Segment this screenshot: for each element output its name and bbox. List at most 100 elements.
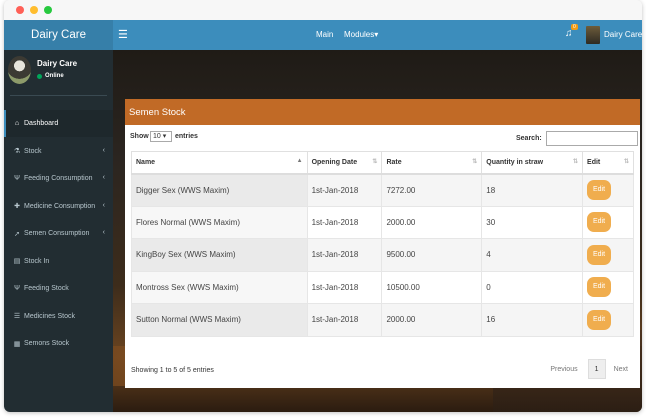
cell-quantity: 18 [481, 173, 584, 207]
edit-button[interactable]: Edit [587, 309, 612, 330]
sidebar-item-dashboard[interactable]: ⌂ Dashboard [4, 110, 113, 137]
content-area: Semen Stock Show 10 ▾ entries Search: Na… [113, 50, 642, 412]
hamburger-icon[interactable]: ☰ [118, 28, 128, 41]
user-avatar[interactable] [586, 26, 600, 44]
chevron-left-icon: ‹ [102, 229, 105, 236]
close-dot[interactable] [16, 6, 24, 14]
chevron-left-icon: ‹ [102, 146, 105, 154]
sidebar: Dairy Care Online ⌂ Dashboard ⚗ Stock ‹ Ψ Feed… [4, 50, 113, 412]
cell-quantity: 16 [481, 303, 584, 337]
cutlery-icon: Ψ [14, 285, 20, 292]
caret-down-icon: ▾ [374, 30, 379, 39]
column-header-date[interactable]: Opening Date ⇅ [306, 151, 383, 175]
cell-name: Sutton Normal (WWS Maxim) [131, 303, 308, 337]
user-panel: Dairy Care Online [4, 50, 113, 100]
select-caret-icon: ▾ [162, 133, 167, 140]
online-dot-icon [37, 73, 42, 79]
nav-modules-dropdown[interactable]: Modules▾ [344, 30, 378, 39]
cell-opening-date: 1st-Jan-2018 [306, 303, 383, 337]
column-label: Quantity in straw [486, 158, 544, 166]
divider [10, 95, 107, 96]
table-body: Digger Sex (WWS Maxim) 1st-Jan-2018 7272.0… [131, 173, 634, 337]
sort-icon: ⇅ [573, 159, 579, 165]
column-header-edit[interactable]: Edit ⇅ [582, 151, 634, 175]
app-logo[interactable]: Dairy Care [4, 20, 113, 50]
online-status: Online [37, 73, 64, 79]
table-row: KingBoy Sex (WWS Maxim) 1st-Jan-2018 9500.… [131, 238, 634, 272]
edit-button[interactable]: Edit [587, 180, 612, 200]
sort-icon: ⇅ [623, 159, 629, 165]
table-row: Sutton Normal (WWS Maxim) 1st-Jan-2018 200… [131, 303, 634, 337]
show-label: Show [130, 133, 149, 140]
sidebar-item-stock[interactable]: ⚗ Stock ‹ [4, 138, 113, 165]
edit-button[interactable]: Edit [587, 212, 612, 233]
notification-badge: 0 [571, 24, 578, 30]
sidebar-item-label: Medicines Stock [24, 312, 75, 320]
cell-rate: 7272.00 [381, 173, 483, 207]
medkit-icon: ✚ [14, 203, 20, 210]
table-row: Digger Sex (WWS Maxim) 1st-Jan-2018 7272.0… [131, 173, 634, 207]
page-length-select[interactable]: 10 ▾ [150, 131, 172, 142]
user-menu-name[interactable]: Dairy Care [604, 30, 642, 39]
search-label: Search: [516, 135, 542, 142]
cell-name: KingBoy Sex (WWS Maxim) [131, 238, 308, 272]
next-button[interactable]: Next [610, 366, 632, 373]
sidebar-item-stock-in[interactable]: ▤ Stock In [4, 248, 113, 275]
sidebar-user-name: Dairy Care [37, 59, 78, 68]
cell-name: Montross Sex (WWS Maxim) [131, 270, 308, 304]
sidebar-item-label: Semons Stock [24, 340, 70, 347]
sidebar-avatar [8, 56, 31, 84]
pagination: Previous 1 Next [544, 359, 632, 379]
sidebar-item-medicines-stock[interactable]: ☰ Medicines Stock [4, 303, 113, 330]
minimize-dot[interactable] [30, 6, 38, 14]
cell-quantity: 4 [481, 238, 584, 272]
page-1-button[interactable]: 1 [587, 359, 606, 379]
sidebar-item-feeding-stock[interactable]: Ψ Feeding Stock [4, 275, 113, 302]
cell-quantity: 0 [481, 270, 584, 304]
nav-main-link[interactable]: Main [316, 30, 333, 39]
cell-edit: Edit [582, 303, 634, 337]
column-header-rate[interactable]: Rate ⇅ [381, 151, 483, 175]
column-label: Edit [587, 158, 601, 166]
window-chrome [4, 0, 642, 20]
column-label: Opening Date [311, 158, 358, 166]
sidebar-item-semons-stock[interactable]: ▦ Semons Stock [4, 330, 113, 357]
cell-edit: Edit [582, 238, 634, 272]
sidebar-item-label: Medicine Consumption [24, 202, 96, 210]
edit-button[interactable]: Edit [587, 277, 612, 298]
maximize-dot[interactable] [44, 6, 52, 14]
page-length-value: 10 [153, 133, 161, 140]
sidebar-item-feeding-consumption[interactable]: Ψ Feeding Consumption ‹ [4, 165, 113, 192]
cell-opening-date: 1st-Jan-2018 [306, 270, 383, 304]
browser-window: Dairy Care ☰ Main Modules▾ ♫ 0 Dairy Car… [4, 0, 642, 412]
cell-rate: 10500.00 [381, 270, 483, 304]
app: Dairy Care ☰ Main Modules▾ ♫ 0 Dairy Car… [4, 20, 642, 412]
sidebar-item-label: Stock [24, 147, 42, 155]
chevron-left-icon: ‹ [102, 201, 105, 209]
nav-modules-label: Modules [344, 30, 375, 39]
chevron-left-icon: ‹ [102, 174, 105, 181]
edit-button[interactable]: Edit [587, 244, 612, 265]
sidebar-item-medicine-consumption[interactable]: ✚ Medicine Consumption ‹ [4, 193, 113, 220]
cell-edit: Edit [582, 205, 634, 239]
table-info: Showing 1 to 5 of 5 entries [131, 367, 214, 374]
cell-name: Digger Sex (WWS Maxim) [131, 173, 308, 207]
column-header-name[interactable]: Name ▲ [131, 151, 308, 175]
rocket-icon: ➚ [14, 230, 20, 238]
panel-title: Semen Stock [125, 99, 640, 125]
top-navbar: Dairy Care ☰ Main Modules▾ ♫ 0 Dairy Car… [4, 20, 642, 50]
table-row: Montross Sex (WWS Maxim) 1st-Jan-2018 1050… [131, 270, 634, 304]
cell-opening-date: 1st-Jan-2018 [306, 173, 383, 207]
cell-opening-date: 1st-Jan-2018 [306, 205, 383, 239]
sidebar-item-semen-consumption[interactable]: ➚ Semen Consumption ‹ [4, 220, 113, 247]
search-input[interactable] [546, 131, 638, 146]
flask-icon: ⚗ [13, 148, 21, 155]
sidebar-item-label: Dashboard [24, 120, 59, 127]
table-header-row: Name ▲ Opening Date ⇅ Rate ⇅ Quantity in st… [131, 151, 634, 175]
sort-icon: ⇅ [372, 159, 378, 165]
table-row: Flores Normal (WWS Maxim) 1st-Jan-2018 200… [131, 205, 634, 239]
cart-icon: ▤ [13, 258, 21, 265]
cell-rate: 2000.00 [381, 303, 483, 337]
previous-button[interactable]: Previous [544, 366, 583, 373]
column-header-quantity[interactable]: Quantity in straw ⇅ [481, 151, 584, 175]
